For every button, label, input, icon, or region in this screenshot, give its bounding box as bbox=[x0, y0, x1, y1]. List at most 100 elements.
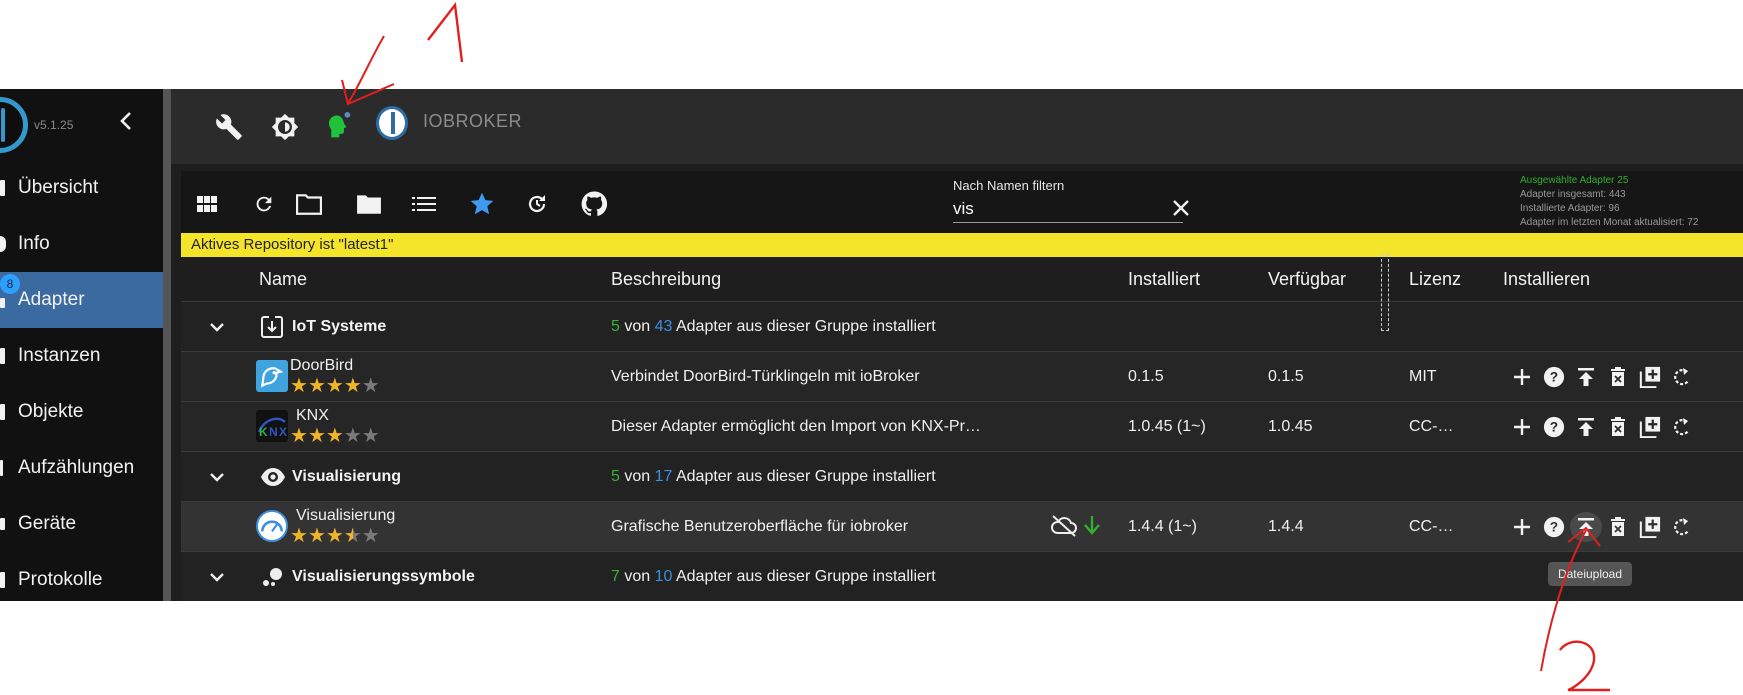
sidebar-item-adapter[interactable]: 8 Adapter bbox=[0, 272, 163, 328]
available-version: 1.4.4 bbox=[1268, 518, 1304, 535]
upload-icon[interactable] bbox=[1570, 362, 1602, 392]
group-row-iot-systeme[interactable]: IoT Systeme 5 von 43 Adapter aus dieser … bbox=[181, 301, 1743, 351]
update-icon[interactable] bbox=[1666, 412, 1698, 442]
group-title: IoT Systeme bbox=[292, 318, 387, 335]
stat-installed: Installierte Adapter: 96 bbox=[1520, 203, 1620, 214]
sidebar-item-label: Adapter bbox=[18, 289, 85, 310]
help-icon[interactable]: ? bbox=[1538, 362, 1570, 392]
add-box-icon[interactable] bbox=[1634, 412, 1666, 442]
stat-selected: Ausgewählte Adapter 25 bbox=[1520, 175, 1629, 186]
row-actions: ? bbox=[1506, 362, 1698, 392]
chevron-down-icon[interactable] bbox=[207, 567, 227, 587]
group-row-visualisierung[interactable]: Visualisierung 5 von 17 Adapter aus dies… bbox=[181, 451, 1743, 501]
add-instance-icon[interactable] bbox=[1506, 362, 1538, 392]
adapter-table: Name Beschreibung Installiert Verfügbar … bbox=[181, 257, 1743, 601]
star-icon[interactable] bbox=[466, 188, 498, 220]
delete-icon[interactable] bbox=[1602, 412, 1634, 442]
devices-icon bbox=[0, 513, 16, 535]
chevron-down-icon[interactable] bbox=[207, 317, 227, 337]
update-count-badge: 8 bbox=[0, 274, 20, 294]
close-icon[interactable] bbox=[1169, 198, 1193, 222]
upload-icon[interactable] bbox=[1570, 412, 1602, 442]
add-box-icon[interactable] bbox=[1634, 362, 1666, 392]
objects-icon bbox=[0, 401, 16, 423]
info-icon bbox=[0, 233, 16, 255]
available-version: 0.1.5 bbox=[1268, 368, 1304, 385]
wrench-icon[interactable] bbox=[213, 111, 245, 143]
stat-total: Adapter insgesamt: 443 bbox=[1520, 189, 1626, 200]
column-header-license: Lizenz bbox=[1409, 269, 1462, 289]
vis-gauge-icon bbox=[256, 510, 288, 542]
sidebar-item-label: Aufzählungen bbox=[18, 457, 135, 478]
group-total-count: 43 bbox=[654, 318, 673, 335]
folder-closed-icon[interactable] bbox=[353, 188, 385, 220]
license: CC-… bbox=[1409, 518, 1454, 535]
eye-icon bbox=[260, 467, 286, 492]
sidebar-item-geraete[interactable]: Geräte bbox=[0, 496, 163, 552]
adapter-description: Grafische Benutzeroberfläche für iobroke… bbox=[611, 518, 909, 535]
sidebar-item-label: Instanzen bbox=[18, 345, 101, 366]
sidebar-item-instanzen[interactable]: Instanzen bbox=[0, 328, 163, 384]
available-version: 1.0.45 bbox=[1268, 418, 1313, 435]
iobroker-logo-icon[interactable] bbox=[376, 106, 408, 140]
chevron-down-icon[interactable] bbox=[207, 467, 227, 487]
sidebar-item-aufzaehlungen[interactable]: Aufzählungen bbox=[0, 440, 163, 496]
adapter-row-knx[interactable]: KNX KNX ★★★★★ Dieser Adapter ermöglicht … bbox=[181, 401, 1743, 451]
iobroker-logo-icon[interactable] bbox=[0, 97, 28, 153]
sidebar-item-protokolle[interactable]: Protokolle bbox=[0, 552, 163, 601]
help-icon[interactable]: ? bbox=[1538, 512, 1570, 542]
update-icon[interactable] bbox=[1666, 362, 1698, 392]
add-instance-icon[interactable] bbox=[1506, 412, 1538, 442]
rating-stars[interactable]: ★★★★★ bbox=[290, 526, 380, 546]
sidebar-logo-row: v5.1.25 bbox=[0, 89, 163, 161]
adapter-description: Verbindet DoorBird-Türklingeln mit ioBro… bbox=[611, 368, 920, 385]
column-resize-handle[interactable] bbox=[1381, 254, 1389, 331]
adapter-description: Dieser Adapter ermöglicht den Import von… bbox=[611, 418, 981, 435]
group-installed-count: 5 bbox=[611, 318, 620, 335]
adapter-name: Visualisierung bbox=[296, 507, 396, 524]
folder-open-icon[interactable] bbox=[293, 188, 325, 220]
add-instance-icon[interactable] bbox=[1506, 512, 1538, 542]
list-icon[interactable] bbox=[408, 188, 440, 220]
cloud-off-icon bbox=[1050, 514, 1078, 543]
logs-icon bbox=[0, 569, 16, 591]
installed-version: 1.4.4 (1~) bbox=[1128, 518, 1197, 535]
sidebar-nav: Übersicht Info 8 Adapter Instanzen Objek… bbox=[0, 160, 163, 601]
enums-icon bbox=[0, 457, 16, 479]
group-row-visualisierungssymbole[interactable]: Visualisierungssymbole 7 von 10 Adapter … bbox=[181, 551, 1743, 601]
rating-stars[interactable]: ★★★★★ bbox=[290, 376, 380, 396]
refresh-icon[interactable] bbox=[248, 188, 280, 220]
delete-icon[interactable] bbox=[1602, 362, 1634, 392]
annotation-number-1 bbox=[427, 1, 464, 63]
column-header-available: Verfügbar bbox=[1268, 269, 1347, 289]
chevron-left-icon[interactable] bbox=[114, 109, 138, 139]
filter-label: Nach Namen filtern bbox=[953, 178, 1065, 193]
delete-icon[interactable] bbox=[1602, 512, 1634, 542]
github-icon[interactable] bbox=[578, 188, 610, 220]
name-filter-input[interactable] bbox=[953, 195, 1183, 223]
adapter-name: KNX bbox=[296, 407, 329, 424]
update-all-icon[interactable] bbox=[521, 188, 553, 220]
list-icon bbox=[0, 177, 16, 199]
grid-view-icon[interactable] bbox=[191, 188, 223, 220]
group-summary-suffix: Adapter aus dieser Gruppe installiert bbox=[675, 318, 936, 335]
group-installed-count: 5 bbox=[611, 468, 620, 485]
svg-text:X: X bbox=[279, 425, 287, 439]
upload-icon[interactable] bbox=[1570, 512, 1602, 542]
update-icon[interactable] bbox=[1666, 512, 1698, 542]
add-box-icon[interactable] bbox=[1634, 512, 1666, 542]
sidebar-item-info[interactable]: Info bbox=[0, 216, 163, 272]
app-title: IOBROKER bbox=[423, 111, 523, 131]
rating-stars[interactable]: ★★★★★ bbox=[290, 426, 380, 446]
sidebar-item-objekte[interactable]: Objekte bbox=[0, 384, 163, 440]
help-icon[interactable]: ? bbox=[1538, 412, 1570, 442]
adapter-row-doorbird[interactable]: DoorBird ★★★★★ Verbindet DoorBird-Türkli… bbox=[181, 351, 1743, 401]
sidebar-item-uebersicht[interactable]: Übersicht bbox=[0, 160, 163, 216]
adapter-toolbar: Nach Namen filtern Ausgewählte Adapter 2… bbox=[181, 171, 1743, 237]
sidebar-divider bbox=[163, 89, 171, 601]
column-header-name[interactable]: Name bbox=[259, 269, 307, 290]
theme-toggle-icon[interactable] bbox=[269, 111, 301, 143]
adapter-row-visualisierung[interactable]: Visualisierung ★★★★★ Grafische Benutzero… bbox=[181, 501, 1743, 551]
adapter-statistics: Ausgewählte Adapter 25 Adapter insgesamt… bbox=[1520, 174, 1698, 230]
expert-mode-icon[interactable] bbox=[321, 111, 353, 143]
